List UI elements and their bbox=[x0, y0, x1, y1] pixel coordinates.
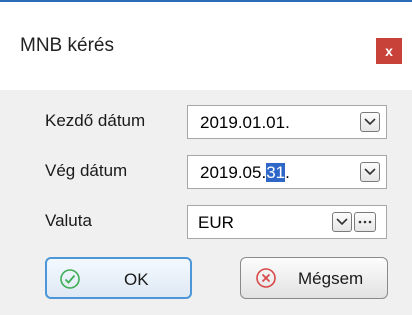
start-date-label: Kezdő dátum bbox=[45, 111, 146, 130]
start-date-field[interactable]: 2019.01.01. bbox=[187, 105, 387, 139]
end-date-field[interactable]: 2019.05.31. bbox=[187, 155, 387, 189]
currency-label: Valuta bbox=[45, 211, 92, 230]
chevron-down-icon bbox=[364, 168, 376, 176]
close-button[interactable]: x bbox=[376, 38, 402, 64]
chevron-down-icon bbox=[336, 218, 348, 226]
mnb-request-dialog: MNB kérés x Kezdő dátum 2019.01.01. Vég … bbox=[0, 0, 412, 315]
currency-dropdown-button[interactable] bbox=[332, 212, 352, 232]
currency-field[interactable]: EUR bbox=[187, 205, 387, 239]
close-icon: x bbox=[385, 43, 393, 59]
currency-browse-button[interactable] bbox=[354, 212, 376, 232]
x-circle-icon bbox=[256, 268, 276, 288]
chevron-down-icon bbox=[364, 118, 376, 126]
ok-button[interactable]: OK bbox=[45, 257, 192, 299]
start-date-dropdown-button[interactable] bbox=[360, 112, 380, 132]
ellipsis-icon bbox=[358, 220, 372, 224]
currency-value[interactable]: EUR bbox=[198, 213, 234, 233]
end-date-selected-day: 31 bbox=[266, 163, 286, 182]
cancel-button-label: Mégsem bbox=[298, 269, 364, 288]
end-date-value-prefix: 2019.05. bbox=[200, 163, 267, 182]
check-circle-icon bbox=[60, 269, 80, 289]
end-date-dropdown-button[interactable] bbox=[360, 162, 380, 182]
start-date-value[interactable]: 2019.01.01. bbox=[200, 113, 290, 133]
cancel-button[interactable]: Mégsem bbox=[240, 257, 388, 299]
title-bar: MNB kérés x bbox=[0, 2, 412, 90]
dialog-title: MNB kérés bbox=[20, 35, 114, 56]
end-date-label: Vég dátum bbox=[45, 161, 128, 180]
end-date-value[interactable]: 2019.05.31. bbox=[200, 163, 290, 183]
ok-button-label: OK bbox=[124, 270, 149, 289]
end-date-value-suffix: . bbox=[285, 163, 290, 182]
